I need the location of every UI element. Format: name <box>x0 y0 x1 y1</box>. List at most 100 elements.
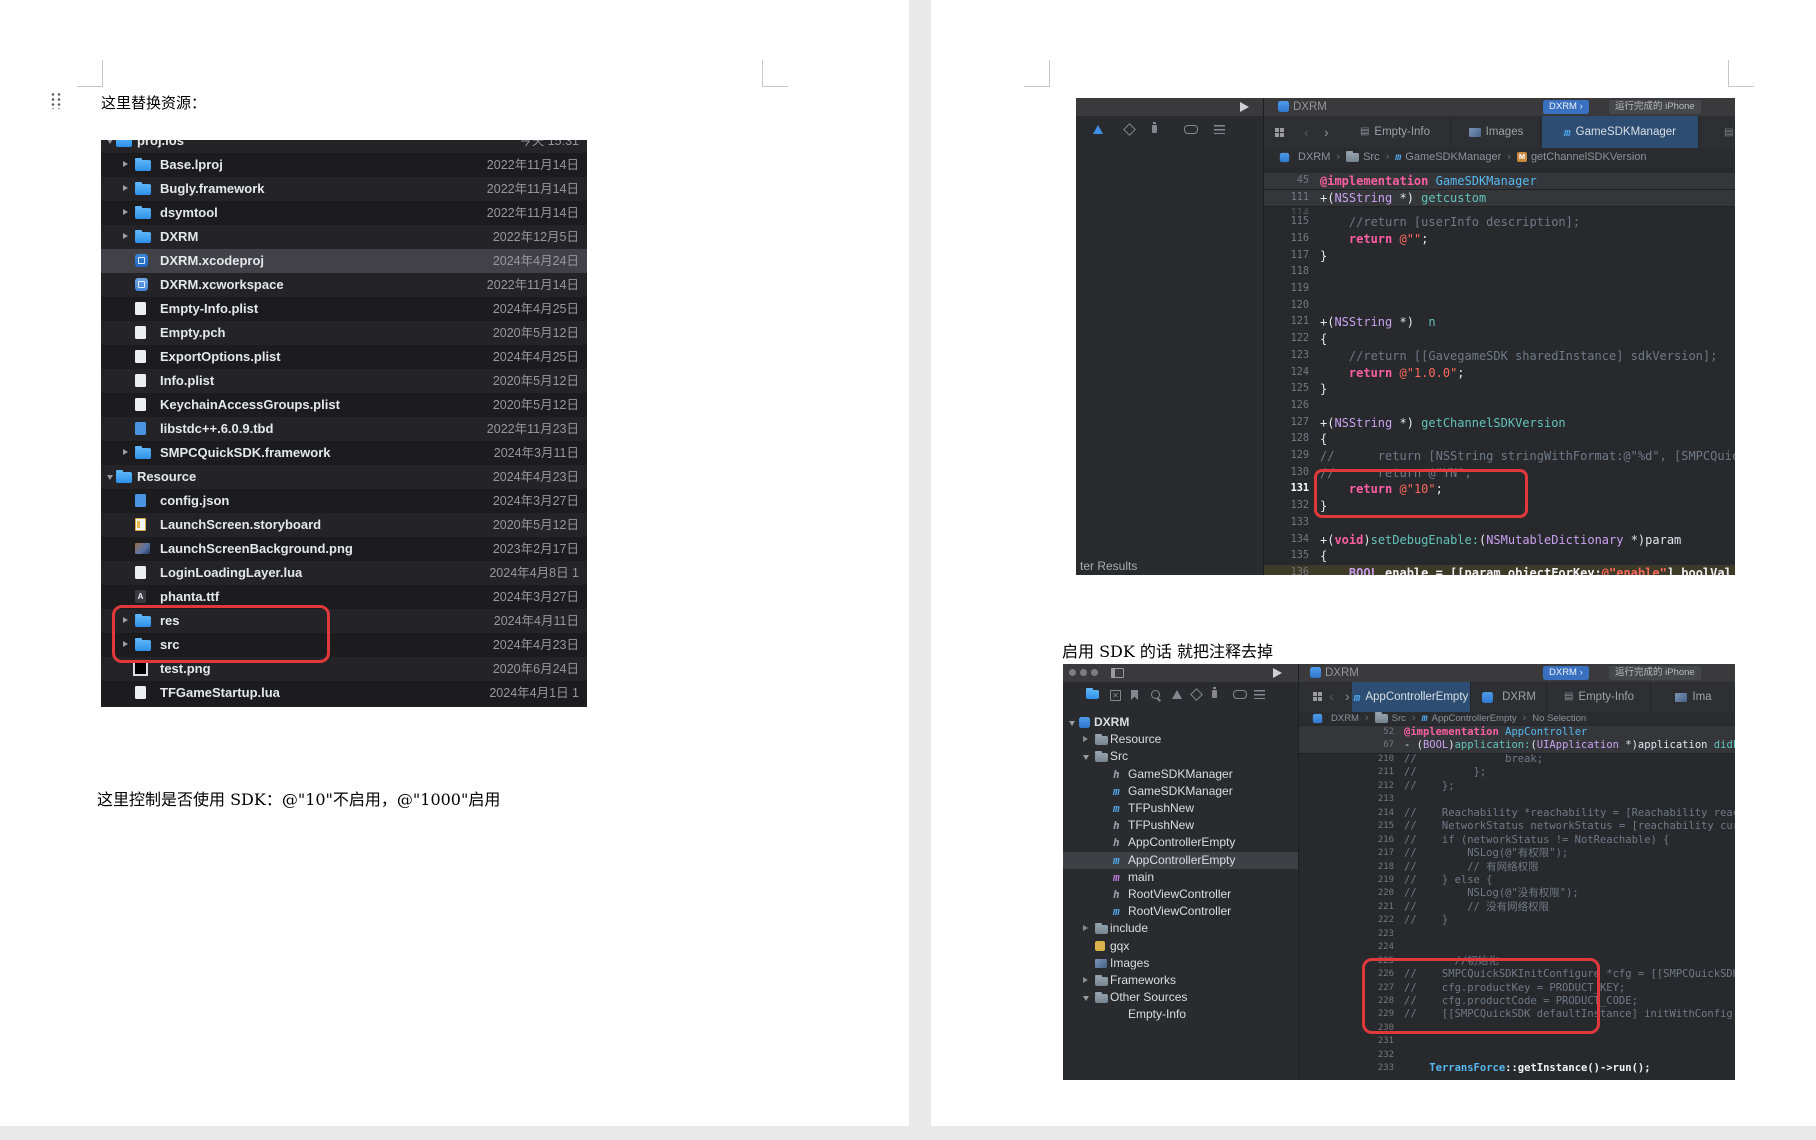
nav-item-Other Sources[interactable]: Other Sources <box>1063 989 1298 1006</box>
code-line-231[interactable]: 231 <box>1298 1035 1735 1048</box>
code-line-125[interactable]: 125} <box>1263 381 1735 398</box>
file-row[interactable]: KeychainAccessGroups.plist2020年5月12日 <box>101 393 587 417</box>
breadcrumb-item[interactable]: mGameSDKManager <box>1395 151 1501 163</box>
run-destination[interactable]: 运行完成的 iPhone <box>1609 666 1701 680</box>
spray-icon[interactable] <box>1152 125 1157 133</box>
capsule-icon[interactable] <box>1233 690 1247 699</box>
code-line-124[interactable]: 124 return @"1.0.0"; <box>1263 365 1735 382</box>
disclosure-chevron-icon[interactable] <box>123 185 128 191</box>
code-line-117[interactable]: 117} <box>1263 248 1735 265</box>
list-icon[interactable] <box>1254 690 1265 699</box>
file-row[interactable]: DXRM.xcodeproj2024年4月24日 <box>101 249 587 273</box>
breadcrumb-item[interactable]: mAppControllerEmpty <box>1422 713 1517 724</box>
file-row[interactable]: Info.plist2020年5月12日 <box>101 369 587 393</box>
bookmark-icon[interactable] <box>1131 690 1138 700</box>
disclosure-chevron-icon[interactable] <box>123 449 128 455</box>
breadcrumb-item[interactable]: Src <box>1375 713 1406 724</box>
diamond-icon[interactable] <box>1190 688 1203 701</box>
breadcrumb-item[interactable]: Src <box>1346 151 1380 163</box>
code-line-219[interactable]: 219// } else { <box>1298 874 1735 887</box>
filter-results-field[interactable]: ter Results <box>1080 559 1137 573</box>
disclosure-chevron-icon[interactable] <box>107 140 113 144</box>
code-line-222[interactable]: 222// } <box>1298 914 1735 927</box>
file-row[interactable]: libstdc++.6.0.9.tbd2022年11月23日 <box>101 417 587 441</box>
nav-item-Frameworks[interactable]: Frameworks <box>1063 972 1298 989</box>
code-line-122[interactable]: 122{ <box>1263 331 1735 348</box>
code-line-134[interactable]: 134+(void)setDebugEnable:(NSMutableDicti… <box>1263 532 1735 549</box>
code-line-52[interactable]: 52@implementation AppController <box>1298 726 1735 740</box>
capsule-icon[interactable] <box>1184 125 1198 134</box>
tab-Ima[interactable]: Ima <box>1652 682 1735 712</box>
back-arrow-icon[interactable]: ‹ <box>1329 689 1334 703</box>
spray-icon[interactable] <box>1212 690 1217 698</box>
file-row[interactable]: DXRM.xcworkspace2022年11月14日 <box>101 273 587 297</box>
code-line-45[interactable]: 45@implementation GameSDKManager <box>1263 173 1735 191</box>
warning-triangle-icon[interactable] <box>1093 125 1103 134</box>
code-line-224[interactable]: 224 <box>1298 941 1735 954</box>
file-row[interactable]: Base.lproj2022年11月14日 <box>101 153 587 177</box>
nav-item-AppControllerEmpty[interactable]: mAppControllerEmpty <box>1063 852 1298 869</box>
nav-item-DXRM[interactable]: DXRM <box>1063 714 1298 731</box>
breadcrumb-item[interactable]: DXRM <box>1279 151 1330 163</box>
tab-AppControllerEmpty[interactable]: mAppControllerEmpty <box>1352 682 1471 712</box>
code-line-232[interactable]: 232 <box>1298 1049 1735 1062</box>
disclosure-chevron-icon[interactable] <box>1083 755 1089 760</box>
file-row[interactable]: Bugly.framework2022年11月14日 <box>101 177 587 201</box>
nav-item-GameSDKManager[interactable]: mGameSDKManager <box>1063 783 1298 800</box>
forward-arrow-icon[interactable]: › <box>1324 125 1329 139</box>
code-line-126[interactable]: 126 <box>1263 398 1735 415</box>
breadcrumb-item[interactable]: DXRM <box>1312 713 1359 724</box>
disclosure-chevron-icon[interactable] <box>1083 736 1088 742</box>
disclosure-chevron-icon[interactable] <box>1083 977 1088 983</box>
code-line-135[interactable]: 135{ <box>1263 548 1735 565</box>
nav-item-TFPushNew[interactable]: hTFPushNew <box>1063 817 1298 834</box>
disclosure-chevron-icon[interactable] <box>123 233 128 239</box>
code-line-123[interactable]: 123 //return [[GavegameSDK sharedInstanc… <box>1263 348 1735 365</box>
code-line-213[interactable]: 213 <box>1298 793 1735 806</box>
code-line-212[interactable]: 212// }; <box>1298 780 1735 793</box>
code-line-67[interactable]: 67- (BOOL)application:(UIApplication *)a… <box>1298 739 1735 753</box>
code-line-210[interactable]: 210// break; <box>1298 753 1735 766</box>
toggle-sidebar-icon[interactable] <box>1111 668 1124 678</box>
disclosure-chevron-icon[interactable] <box>123 161 128 167</box>
breadcrumb-item[interactable]: No Selection <box>1532 713 1586 724</box>
nav-item-include[interactable]: include <box>1063 920 1298 937</box>
disclosure-chevron-icon[interactable] <box>1083 925 1088 931</box>
back-arrow-icon[interactable]: ‹ <box>1304 125 1309 139</box>
code-line-216[interactable]: 216// if (networkStatus != NotReachable)… <box>1298 834 1735 847</box>
file-row[interactable]: Empty.pch2020年5月12日 <box>101 321 587 345</box>
code-line-211[interactable]: 211// }; <box>1298 766 1735 779</box>
breadcrumb-item[interactable]: MgetChannelSDKVersion <box>1517 151 1647 163</box>
grid-icon[interactable] <box>1275 128 1284 137</box>
list-icon[interactable] <box>1214 125 1225 134</box>
file-row[interactable]: LaunchScreen.storyboard2020年5月12日 <box>101 513 587 537</box>
code-line-120[interactable]: 120 <box>1263 298 1735 315</box>
tab-Empty-Info[interactable]: ▤Empty-Info <box>1548 682 1651 712</box>
search-icon[interactable] <box>1151 690 1160 699</box>
file-row[interactable]: config.json2024年3月27日 <box>101 489 587 513</box>
paragraph-drag-handle-icon[interactable] <box>50 92 61 109</box>
close-icon[interactable]: ✕ <box>1110 690 1121 701</box>
tab-Empty-Info[interactable]: ▤Empty-Info <box>1340 116 1451 148</box>
nav-item-main[interactable]: mmain <box>1063 869 1298 886</box>
scheme-selector[interactable]: DXRM › <box>1543 666 1589 680</box>
nav-item-RootViewController[interactable]: hRootViewController <box>1063 886 1298 903</box>
nav-item-gqx[interactable]: gqx <box>1063 938 1298 955</box>
file-row[interactable]: proj.ios今天 15:31 <box>101 140 587 153</box>
code-line-214[interactable]: 214// Reachability *reachability = [Reac… <box>1298 807 1735 820</box>
code-line-221[interactable]: 221// // 没有网络权限 <box>1298 901 1735 914</box>
file-row[interactable]: ExportOptions.plist2024年4月25日 <box>101 345 587 369</box>
nav-item-Resource[interactable]: Resource <box>1063 731 1298 748</box>
code-line-129[interactable]: 129// return [NSString stringWithFormat:… <box>1263 448 1735 465</box>
code-line-116[interactable]: 116 return @""; <box>1263 231 1735 248</box>
disclosure-chevron-icon[interactable] <box>1083 996 1089 1001</box>
file-row[interactable]: Resource2024年4月23日 <box>101 465 587 489</box>
nav-item-AppControllerEmpty[interactable]: hAppControllerEmpty <box>1063 834 1298 851</box>
disclosure-chevron-icon[interactable] <box>1069 721 1075 726</box>
code-line-115[interactable]: 115 //return [userInfo description]; <box>1263 214 1735 231</box>
code-line-118[interactable]: 118 <box>1263 264 1735 281</box>
nav-item-Src[interactable]: Src <box>1063 748 1298 765</box>
tab-DXRM[interactable]: DXRM <box>1472 682 1547 712</box>
file-row[interactable]: LaunchScreenBackground.png2023年2月17日 <box>101 537 587 561</box>
nav-item-RootViewController[interactable]: mRootViewController <box>1063 903 1298 920</box>
